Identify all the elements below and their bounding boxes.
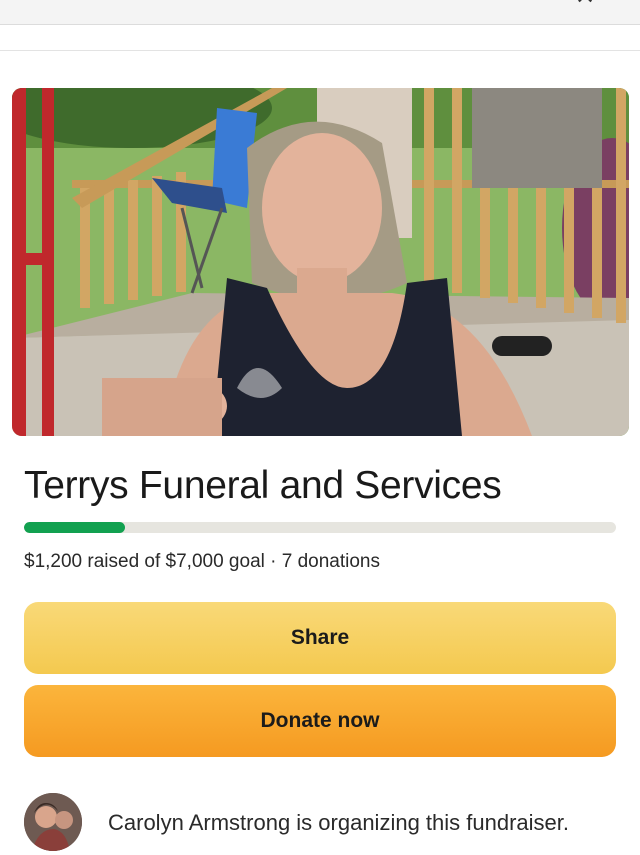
- organizer-text: Carolyn Armstrong is organizing this fun…: [108, 810, 569, 835]
- campaign-photo: [12, 88, 629, 436]
- progress-fill: [24, 522, 126, 533]
- donate-now-button[interactable]: Donate now: [24, 685, 616, 757]
- top-bar: ✕: [0, 0, 640, 25]
- close-icon[interactable]: ✕: [574, 0, 596, 9]
- organizer-row: Carolyn Armstrong is organizing this fun…: [24, 793, 624, 853]
- donation-stats: $1,200 raised of $7,000 goal · 7 donatio…: [24, 551, 380, 572]
- share-button[interactable]: Share: [24, 602, 616, 674]
- avatar: [24, 793, 82, 851]
- divider: [0, 50, 640, 51]
- progress-bar: [24, 522, 616, 533]
- campaign-title: Terrys Funeral and Services: [24, 464, 502, 507]
